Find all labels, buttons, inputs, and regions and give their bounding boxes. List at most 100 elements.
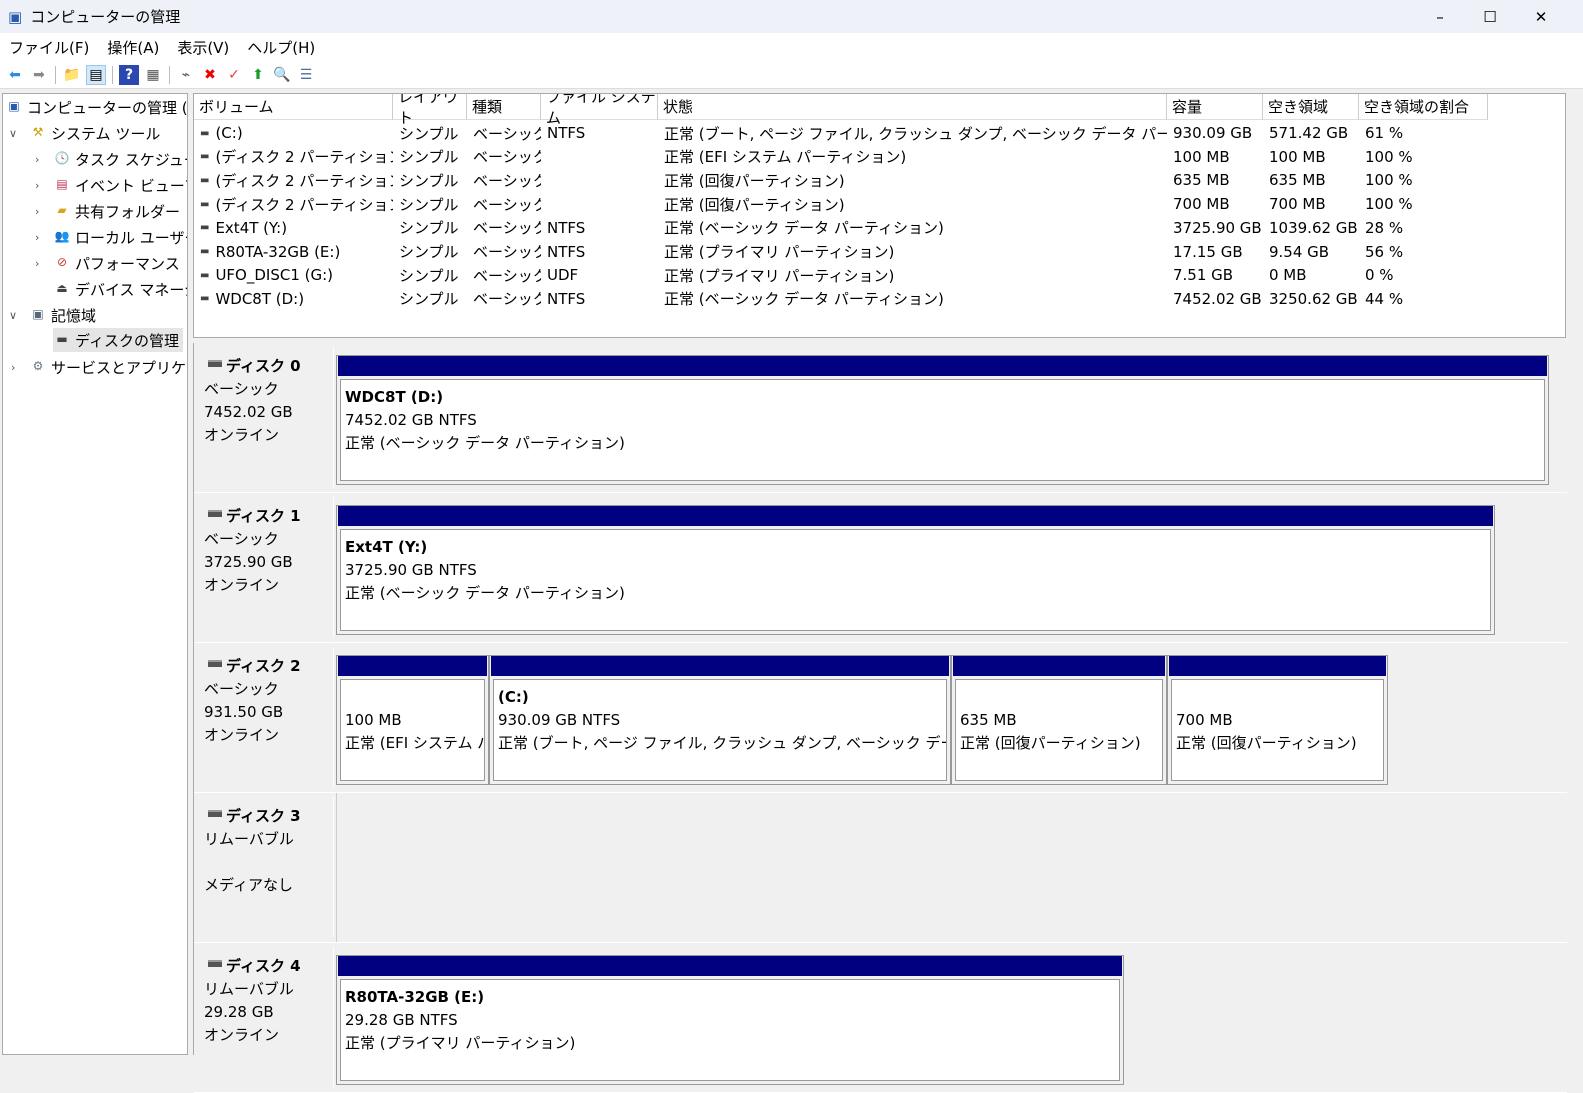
partition-title: [1176, 686, 1383, 709]
column-type[interactable]: 種類: [467, 94, 541, 120]
tree-root[interactable]: ▣コンピューターの管理 (ロー: [5, 95, 188, 119]
cell-type: ベーシック: [467, 216, 541, 240]
volume-row[interactable]: ▬Ext4T (Y:)シンプルベーシックNTFS正常 (ベーシック データ パー…: [194, 216, 1566, 240]
partition[interactable]: R80TA-32GB (E:)29.28 GB NTFS正常 (プライマリ パー…: [336, 955, 1124, 1085]
disk-label[interactable]: ディスク 4リムーバブル29.28 GBオンライン: [196, 947, 334, 1087]
list-icon[interactable]: ☰: [296, 65, 316, 85]
cell-free-percent: 100 %: [1359, 192, 1488, 216]
tree-system-tools[interactable]: ⚒システム ツール: [29, 121, 160, 145]
menu-view[interactable]: 表示(V): [168, 37, 238, 58]
cell-free-percent: 56 %: [1359, 240, 1488, 264]
maximize-button[interactable]: ☐: [1465, 0, 1515, 33]
volume-row[interactable]: ▬WDC8T (D:)シンプルベーシックNTFS正常 (ベーシック データ パー…: [194, 287, 1566, 311]
partition[interactable]: 700 MB正常 (回復パーティション): [1167, 655, 1388, 785]
column-status[interactable]: 状態: [658, 94, 1167, 120]
menu-action[interactable]: 操作(A): [98, 37, 168, 58]
partition[interactable]: 635 MB正常 (回復パーティション): [951, 655, 1167, 785]
tree-services[interactable]: ⚙サービスとアプリケーシ: [29, 355, 188, 379]
chevron-down-icon[interactable]: ∨: [9, 309, 17, 322]
volume-row[interactable]: ▬UFO_DISC1 (G:)シンプルベーシックUDF正常 (プライマリ パーテ…: [194, 263, 1566, 287]
cell-capacity: 3725.90 GB: [1167, 216, 1263, 240]
disk-label[interactable]: ディスク 2ベーシック931.50 GBオンライン: [196, 647, 334, 787]
column-volume[interactable]: ボリューム: [194, 94, 393, 120]
chevron-right-icon[interactable]: ›: [35, 153, 39, 166]
volume-row[interactable]: ▬R80TA-32GB (E:)シンプルベーシックNTFS正常 (プライマリ パ…: [194, 240, 1566, 264]
cell-text: シンプル: [399, 123, 459, 144]
partition-size: 700 MB: [1176, 711, 1233, 729]
volume-row[interactable]: ▬(ディスク 2 パーティション 1)シンプルベーシック正常 (EFI システム…: [194, 145, 1566, 169]
volume-row[interactable]: ▬(ディスク 2 パーティション 5)シンプルベーシック正常 (回復パーティショ…: [194, 192, 1566, 216]
close-button[interactable]: ✕: [1516, 0, 1566, 33]
back-icon[interactable]: ⬅: [5, 65, 25, 85]
disk-name: ディスク 0: [226, 357, 301, 375]
disk-status: オンライン: [204, 576, 279, 594]
partition[interactable]: (C:)930.09 GB NTFS正常 (ブート, ページ ファイル, クラッ…: [489, 655, 951, 785]
chevron-right-icon[interactable]: ›: [35, 205, 39, 218]
tree-local-users[interactable]: 👥ローカル ユーザーと: [53, 225, 188, 249]
partition-box: R80TA-32GB (E:)29.28 GB NTFS正常 (プライマリ パー…: [340, 979, 1120, 1081]
volume-row[interactable]: ▬(C:)シンプルベーシックNTFS正常 (ブート, ページ ファイル, クラッ…: [194, 121, 1566, 145]
properties-icon[interactable]: ✓: [224, 65, 244, 85]
cell-text: 3725.90 GB: [1173, 219, 1262, 237]
column-free-space[interactable]: 空き領域: [1263, 94, 1359, 120]
cell-text: ベーシック: [473, 241, 541, 262]
disk-name: ディスク 2: [226, 657, 301, 675]
column-capacity[interactable]: 容量: [1167, 94, 1263, 120]
search-icon[interactable]: 🔍: [272, 65, 292, 85]
tree-disk-management[interactable]: ▬ディスクの管理: [53, 328, 183, 352]
tree-shared-folders[interactable]: ▰共有フォルダー: [53, 199, 180, 223]
tree-task-scheduler[interactable]: 🕓タスク スケジューラ: [53, 147, 188, 171]
chevron-right-icon[interactable]: ›: [35, 179, 39, 192]
cell-status: 正常 (回復パーティション): [658, 192, 1167, 216]
help-icon[interactable]: ?: [119, 65, 139, 85]
column-filesystem[interactable]: ファイル システム: [541, 94, 658, 120]
connect-drive-icon[interactable]: ⌁: [176, 65, 196, 85]
chevron-right-icon[interactable]: ›: [11, 361, 15, 374]
disk-type: ベーシック: [204, 380, 279, 398]
partition[interactable]: 100 MB正常 (EFI システム パーティション): [336, 655, 489, 785]
window-title: コンピューターの管理: [30, 6, 180, 27]
chevron-down-icon[interactable]: ∨: [9, 127, 17, 140]
partition-box: 100 MB正常 (EFI システム パーティション): [340, 679, 485, 781]
menu-help[interactable]: ヘルプ(H): [238, 37, 324, 58]
column-free-percent[interactable]: 空き領域の割合: [1359, 94, 1488, 120]
action-pane-icon[interactable]: ▦: [143, 65, 163, 85]
cell-text: UDF: [547, 266, 578, 284]
partition-title: (C:): [498, 686, 946, 709]
cell-filesystem: UDF: [541, 263, 658, 287]
partition-size: 7452.02 GB NTFS: [345, 411, 477, 429]
show-hide-tree-icon[interactable]: ▤: [86, 65, 106, 85]
forward-icon[interactable]: ➡: [29, 65, 49, 85]
partition[interactable]: Ext4T (Y:)3725.90 GB NTFS正常 (ベーシック データ パ…: [336, 505, 1495, 635]
disk-label[interactable]: ディスク 1ベーシック3725.90 GBオンライン: [196, 497, 334, 637]
tree-event-viewer[interactable]: ▤イベント ビューアー: [53, 173, 188, 197]
cell-type: ベーシック: [467, 192, 541, 216]
disk-label[interactable]: ディスク 0ベーシック7452.02 GBオンライン: [196, 347, 334, 487]
cell-volume: ▬(ディスク 2 パーティション 1): [194, 145, 393, 169]
column-layout[interactable]: レイアウト: [393, 94, 467, 120]
disk-name: ディスク 1: [226, 507, 301, 525]
partition[interactable]: WDC8T (D:)7452.02 GB NTFS正常 (ベーシック データ パ…: [336, 355, 1549, 485]
cell-text: (C:): [215, 124, 242, 142]
chevron-right-icon[interactable]: ›: [35, 231, 39, 244]
disk-name: ディスク 3: [226, 807, 301, 825]
disk-label[interactable]: ディスク 3リムーバブルメディアなし: [196, 797, 334, 937]
minimize-button[interactable]: –: [1415, 0, 1465, 33]
tree-device-manager[interactable]: ⏏デバイス マネージャ: [53, 277, 188, 301]
up-folder-icon[interactable]: 📁: [62, 65, 82, 85]
cell-capacity: 700 MB: [1167, 192, 1263, 216]
partition-status: 正常 (ベーシック データ パーティション): [345, 584, 625, 602]
cell-text: (ディスク 2 パーティション 5): [215, 194, 393, 215]
cell-type: ベーシック: [467, 287, 541, 311]
cell-free-percent: 44 %: [1359, 287, 1488, 311]
tree-performance[interactable]: ⊘パフォーマンス: [53, 251, 180, 275]
volume-row[interactable]: ▬(ディスク 2 パーティション 4)シンプルベーシック正常 (回復パーティショ…: [194, 168, 1566, 192]
chevron-right-icon[interactable]: ›: [35, 257, 39, 270]
import-icon[interactable]: ⬆: [248, 65, 268, 85]
delete-icon[interactable]: ✖: [200, 65, 220, 85]
partition-title: [345, 686, 484, 709]
partition-size: 29.28 GB NTFS: [345, 1011, 458, 1029]
cell-text: シンプル: [399, 170, 459, 191]
menu-file[interactable]: ファイル(F): [0, 37, 98, 58]
tree-storage[interactable]: ▣記憶域: [29, 303, 96, 327]
